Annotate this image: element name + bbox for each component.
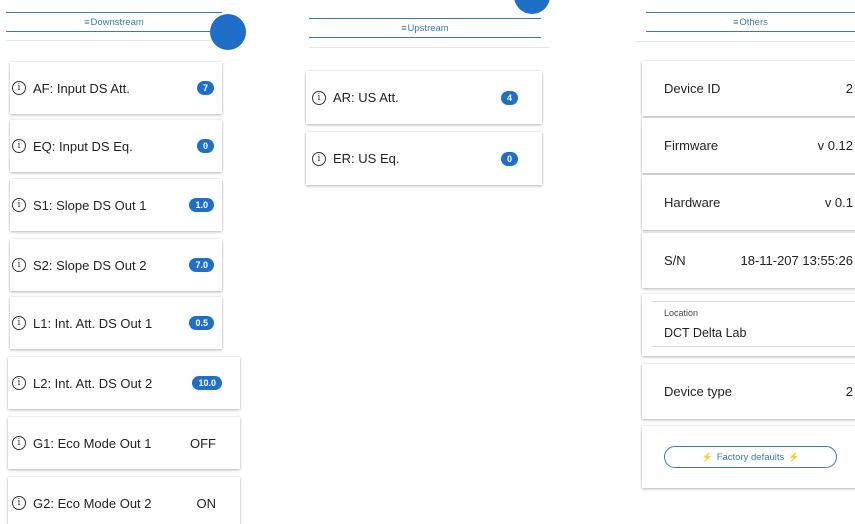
downstream-panel: ≡Downstream i AF: Input DS Att. 7 i EQ: … (0, 0, 246, 524)
list-item-s2[interactable]: i S2: Slope DS Out 2 7.0 (10, 239, 222, 291)
device-type-value: 2 (845, 384, 853, 399)
serial-label: S/N (664, 253, 686, 268)
menu-icon: ≡ (84, 17, 90, 27)
item-label: ER: US Eq. (333, 151, 400, 166)
device-id-row: Device ID 2 (642, 61, 855, 116)
list-item-ar[interactable]: i AR: US Att. 4 (306, 71, 542, 124)
list-item-l2[interactable]: i L2: Int. Att. DS Out 2 10.0 (8, 357, 240, 409)
hardware-value: v 0.1 (824, 195, 853, 210)
value-text: OFF (190, 435, 216, 451)
upstream-panel: ≡Upstream i AR: US Att. 4 i ER: US Eq. 0 (300, 0, 550, 524)
value-badge: 7.0 (189, 258, 214, 272)
value-badge: 0.5 (189, 316, 214, 330)
factory-defaults-label: Factory defaults (716, 452, 785, 463)
firmware-row: Firmware v 0.12 (642, 118, 855, 173)
value-badge: 1.0 (189, 198, 214, 212)
menu-icon: ≡ (401, 23, 407, 33)
firmware-label: Firmware (664, 138, 719, 153)
hardware-row: Hardware v 0.1 (642, 175, 855, 230)
info-icon[interactable]: i (12, 198, 26, 212)
fab-button[interactable] (514, 0, 550, 14)
list-item-g1[interactable]: i G1: Eco Mode Out 1 OFF (8, 417, 240, 469)
item-label: G2: Eco Mode Out 2 (33, 495, 152, 511)
device-id-value: 2 (845, 81, 853, 96)
serial-row: S/N 18-11-207 13:55:26 (642, 233, 855, 288)
info-icon[interactable]: i (312, 151, 326, 166)
info-icon[interactable]: i (312, 90, 326, 105)
item-label: S2: Slope DS Out 2 (33, 257, 147, 273)
tab-others-label: Others (739, 17, 768, 28)
item-label: S1: Slope DS Out 1 (33, 197, 147, 213)
field-divider (652, 301, 855, 302)
item-label: L1: Int. Att. DS Out 1 (33, 315, 153, 331)
item-label: AF: Input DS Att. (33, 80, 130, 96)
device-type-row: Device type 2 (642, 364, 855, 419)
header-divider (6, 40, 222, 41)
info-icon[interactable]: i (12, 376, 26, 390)
item-label: AR: US Att. (333, 90, 399, 105)
location-label: Location (664, 308, 699, 318)
tab-downstream-label: Downstream (90, 17, 144, 28)
item-label: L2: Int. Att. DS Out 2 (33, 375, 153, 391)
info-icon[interactable]: i (12, 139, 26, 153)
value-badge: 0 (196, 139, 214, 153)
tab-upstream-label: Upstream (407, 23, 449, 34)
factory-defaults-card: ⚡ Factory defaults ⚡ (642, 426, 855, 488)
field-divider (652, 346, 855, 347)
info-icon[interactable]: i (12, 436, 26, 450)
factory-defaults-button[interactable]: ⚡ Factory defaults ⚡ (664, 446, 837, 468)
value-badge: 7 (196, 81, 214, 95)
others-panel: ≡Others Device ID 2 Firmware v 0.12 Hard… (632, 0, 855, 524)
list-item-eq[interactable]: i EQ: Input DS Eq. 0 (10, 120, 222, 172)
menu-icon: ≡ (733, 17, 739, 27)
list-item-af[interactable]: i AF: Input DS Att. 7 (10, 62, 222, 114)
info-icon[interactable]: i (12, 316, 26, 330)
firmware-value: v 0.12 (817, 138, 853, 153)
info-icon[interactable]: i (12, 81, 26, 95)
location-value[interactable]: DCT Delta Lab (664, 326, 746, 340)
bolt-icon: ⚡ (788, 452, 800, 462)
bolt-icon: ⚡ (701, 452, 713, 462)
info-icon[interactable]: i (12, 496, 26, 510)
list-item-er[interactable]: i ER: US Eq. 0 (306, 132, 542, 185)
item-label: G1: Eco Mode Out 1 (33, 435, 152, 451)
list-item-l1[interactable]: i L1: Int. Att. DS Out 1 0.5 (10, 297, 222, 349)
item-label: EQ: Input DS Eq. (33, 138, 133, 154)
list-item-s1[interactable]: i S1: Slope DS Out 1 1.0 (10, 179, 222, 231)
value-text: ON (196, 495, 217, 511)
header-divider (309, 47, 549, 48)
info-icon[interactable]: i (12, 258, 26, 272)
device-type-label: Device type (664, 384, 732, 399)
list-item-g2[interactable]: i G2: Eco Mode Out 2 ON (8, 477, 240, 524)
value-badge: 10.0 (192, 376, 222, 390)
header-divider (634, 41, 855, 42)
tab-downstream[interactable]: ≡Downstream (6, 12, 222, 32)
location-field[interactable]: Location DCT Delta Lab (642, 294, 855, 356)
fab-button[interactable] (210, 14, 246, 50)
hardware-label: Hardware (664, 195, 721, 210)
tab-others[interactable]: ≡Others (646, 12, 855, 32)
value-badge: 0 (500, 151, 518, 166)
value-badge: 4 (500, 90, 518, 105)
tab-upstream[interactable]: ≡Upstream (309, 18, 541, 38)
serial-value: 18-11-207 13:55:26 (740, 253, 853, 268)
device-id-label: Device ID (664, 81, 721, 96)
